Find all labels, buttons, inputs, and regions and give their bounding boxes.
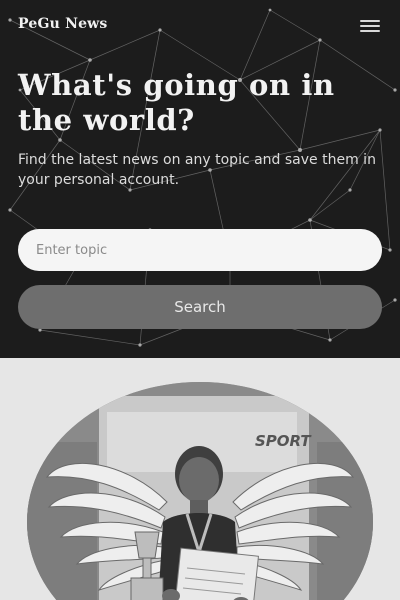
menu-line — [360, 20, 380, 22]
topic-search-input[interactable] — [18, 229, 382, 271]
news-photo-image[interactable]: SPORT — [27, 382, 373, 600]
hero-subtitle: Find the latest news on any topic and sa… — [18, 152, 376, 188]
hero-headline: What's going on in the world? — [18, 68, 335, 137]
hero-section: PeGu News What's going on in the world? … — [0, 0, 400, 358]
search-button[interactable]: Search — [18, 285, 382, 329]
hamburger-menu-icon[interactable] — [360, 18, 380, 34]
top-navigation-bar: PeGu News — [0, 0, 400, 52]
brand-logo-text[interactable]: PeGu News — [18, 16, 108, 32]
news-content-section: SPORT — [0, 358, 400, 600]
menu-line — [360, 30, 380, 32]
sport-banner-text: SPORT — [255, 432, 312, 450]
menu-line — [360, 25, 380, 27]
page: PeGu News What's going on in the world? … — [0, 0, 400, 600]
